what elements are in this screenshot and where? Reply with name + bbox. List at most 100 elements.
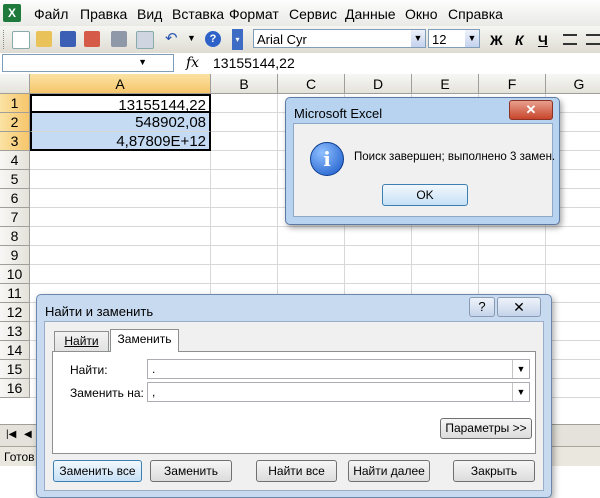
grid-cell[interactable]: [345, 227, 412, 246]
row-header-6[interactable]: 6: [0, 189, 30, 208]
formula-input[interactable]: 13155144,22: [213, 55, 295, 71]
grid-cell[interactable]: [30, 170, 211, 189]
row-header-15[interactable]: 15: [0, 360, 30, 379]
prev-sheet-icon[interactable]: ◀: [24, 429, 32, 440]
find-all-button[interactable]: Найти все: [256, 460, 337, 482]
align-center-icon[interactable]: [586, 34, 600, 45]
grid-cell[interactable]: [278, 265, 345, 284]
grid-cell[interactable]: [211, 151, 278, 170]
bold-button[interactable]: Ж: [490, 32, 503, 48]
grid-cell[interactable]: [278, 246, 345, 265]
first-sheet-icon[interactable]: |◀: [6, 429, 16, 440]
column-header-b[interactable]: B: [211, 74, 278, 94]
chevron-down-icon[interactable]: ▼: [138, 57, 147, 67]
grid-cell[interactable]: [546, 265, 600, 284]
font-name-combo[interactable]: Arial Cyr ▼: [253, 29, 426, 48]
grid-cell[interactable]: [30, 208, 211, 227]
grid-cell[interactable]: [412, 227, 479, 246]
tab-replace[interactable]: Заменить: [110, 329, 179, 352]
row-header-5[interactable]: 5: [0, 170, 30, 189]
cell-a1[interactable]: 13155144,22: [30, 94, 211, 114]
close-dialog-button[interactable]: Закрыть: [453, 460, 535, 482]
grid-cell[interactable]: [479, 265, 546, 284]
grid-cell[interactable]: [412, 265, 479, 284]
row-header-12[interactable]: 12: [0, 303, 30, 322]
menu-insert[interactable]: Вставка: [172, 6, 224, 22]
find-next-button[interactable]: Найти далее: [348, 460, 430, 482]
chevron-down-icon[interactable]: ▼: [512, 360, 529, 378]
grid-cell[interactable]: [211, 170, 278, 189]
permission-icon[interactable]: [84, 31, 100, 47]
row-header-10[interactable]: 10: [0, 265, 30, 284]
function-icon[interactable]: fx: [186, 55, 199, 71]
ok-button[interactable]: OK: [382, 184, 468, 206]
menu-help[interactable]: Справка: [448, 6, 503, 22]
help-icon[interactable]: ?: [205, 31, 221, 47]
grid-cell[interactable]: [479, 246, 546, 265]
italic-button[interactable]: К: [515, 32, 524, 48]
row-header-9[interactable]: 9: [0, 246, 30, 265]
help-button[interactable]: ?: [469, 297, 495, 317]
grid-cell[interactable]: [211, 189, 278, 208]
row-header-14[interactable]: 14: [0, 341, 30, 360]
cell-a2[interactable]: 548902,08: [30, 113, 211, 132]
chevron-down-icon[interactable]: ▼: [411, 30, 425, 47]
replace-input[interactable]: , ▼: [147, 382, 530, 402]
undo-dropdown-icon[interactable]: ▼: [187, 33, 196, 43]
menu-view[interactable]: Вид: [137, 6, 162, 22]
row-header-11[interactable]: 11: [0, 284, 30, 303]
row-header-1[interactable]: 1: [0, 94, 30, 113]
chevron-down-icon[interactable]: ▼: [512, 383, 529, 401]
menu-edit[interactable]: Правка: [80, 6, 127, 22]
grid-cell[interactable]: [278, 227, 345, 246]
find-input[interactable]: . ▼: [147, 359, 530, 379]
grid-cell[interactable]: [211, 246, 278, 265]
menu-file[interactable]: Файл: [34, 6, 68, 22]
row-header-7[interactable]: 7: [0, 208, 30, 227]
close-button[interactable]: ✕: [509, 100, 553, 120]
undo-icon[interactable]: ↶: [165, 31, 181, 47]
new-document-icon[interactable]: [12, 31, 30, 49]
grid-cell[interactable]: [546, 284, 600, 303]
replace-button[interactable]: Заменить: [150, 460, 232, 482]
tab-find[interactable]: Найти: [54, 331, 109, 351]
grid-cell[interactable]: [546, 379, 600, 398]
menu-data[interactable]: Данные: [345, 6, 396, 22]
grid-cell[interactable]: [211, 208, 278, 227]
grid-cell[interactable]: [412, 246, 479, 265]
column-header-e[interactable]: E: [412, 74, 479, 94]
font-size-combo[interactable]: 12 ▼: [428, 29, 480, 48]
menu-window[interactable]: Окно: [405, 6, 438, 22]
excel-logo-icon[interactable]: X: [3, 4, 21, 22]
row-header-8[interactable]: 8: [0, 227, 30, 246]
toolbar-grip-icon[interactable]: [3, 30, 7, 49]
print-preview-icon[interactable]: [136, 31, 154, 49]
grid-cell[interactable]: [30, 246, 211, 265]
grid-cell[interactable]: [345, 265, 412, 284]
select-all-corner[interactable]: [0, 74, 30, 94]
row-header-3[interactable]: 3: [0, 132, 30, 151]
open-folder-icon[interactable]: [36, 31, 52, 47]
align-left-icon[interactable]: [563, 34, 577, 45]
column-header-a[interactable]: A: [30, 74, 211, 94]
name-box[interactable]: ▼: [2, 54, 174, 72]
grid-cell[interactable]: [30, 189, 211, 208]
grid-cell[interactable]: [30, 265, 211, 284]
row-header-4[interactable]: 4: [0, 151, 30, 170]
grid-cell[interactable]: [211, 227, 278, 246]
grid-cell[interactable]: [345, 246, 412, 265]
grid-cell[interactable]: [211, 132, 278, 151]
column-header-g[interactable]: G: [546, 74, 600, 94]
grid-cell[interactable]: [211, 265, 278, 284]
row-header-13[interactable]: 13: [0, 322, 30, 341]
column-header-d[interactable]: D: [345, 74, 412, 94]
toolbar-options-icon[interactable]: ▾: [232, 29, 243, 50]
column-header-c[interactable]: C: [278, 74, 345, 94]
cell-a3[interactable]: 4,87809E+12: [30, 132, 211, 151]
chevron-down-icon[interactable]: ▼: [465, 30, 479, 47]
grid-cell[interactable]: [546, 341, 600, 360]
grid-cell[interactable]: [546, 246, 600, 265]
menu-format[interactable]: Формат: [229, 6, 279, 22]
row-header-2[interactable]: 2: [0, 113, 30, 132]
grid-cell[interactable]: [546, 303, 600, 322]
